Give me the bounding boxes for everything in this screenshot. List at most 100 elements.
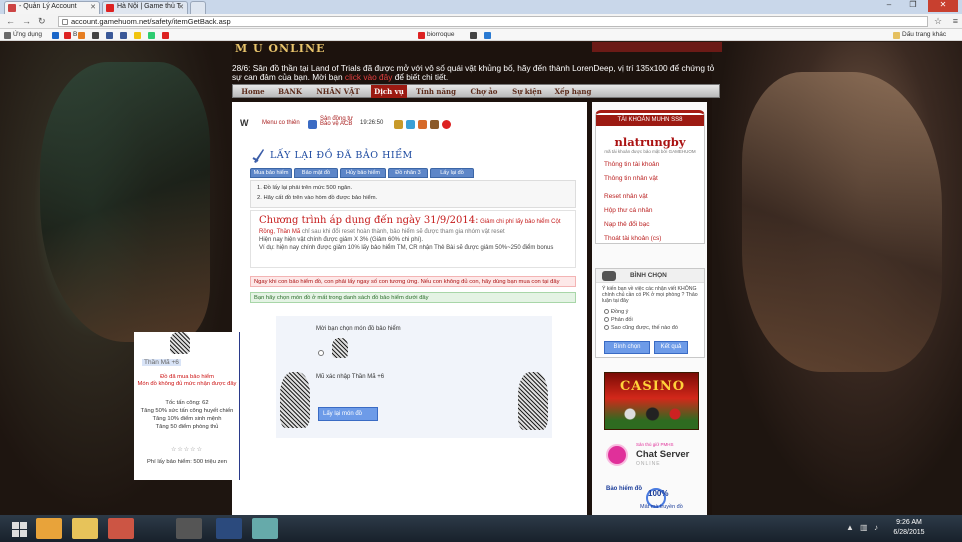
subtab[interactable]: Bảo mật đồ xyxy=(294,168,338,178)
taskbar-app-app-pencil-icon[interactable] xyxy=(252,518,278,539)
other-bookmarks[interactable]: Dấu trang khác xyxy=(893,30,946,40)
chat-server-banner[interactable]: Sản thủ giữ PMHS Chat Server ONLINE xyxy=(600,440,700,478)
reload-icon[interactable]: ↻ xyxy=(38,16,46,27)
account-header: TÀI KHOẢN MUHN SS8 xyxy=(596,115,704,126)
close-tab-icon[interactable]: ✕ xyxy=(90,3,96,11)
forward-icon[interactable]: → xyxy=(22,16,31,26)
bookmark-icon xyxy=(64,32,71,39)
bag-icon[interactable] xyxy=(394,120,403,129)
nav-item[interactable]: Chợ ảo xyxy=(465,85,503,98)
back-icon[interactable]: ← xyxy=(6,16,15,26)
minimize-icon[interactable]: – xyxy=(878,0,900,12)
bookmark-item[interactable]: biorroque xyxy=(418,30,454,40)
bookmark-item[interactable]: Ứng dụng xyxy=(4,30,42,40)
tooltip-stars: ☆☆☆☆☆ xyxy=(171,447,203,453)
nav-item[interactable]: NHÂN VẬT xyxy=(311,85,365,98)
taskbar-app-chrome-icon[interactable] xyxy=(36,518,62,539)
link-account-info[interactable]: Thông tin tài khoản xyxy=(604,161,659,168)
menu-label[interactable]: Menu co thiên xyxy=(262,120,300,126)
bookmark-icon xyxy=(52,32,59,39)
bookmark-icon xyxy=(134,32,141,39)
link-inbox[interactable]: Hộp thư cá nhân xyxy=(604,207,652,214)
poll-header: BÌNH CHỌN xyxy=(596,269,704,283)
vote-button[interactable]: Bình chọn xyxy=(604,341,650,354)
start-button[interactable] xyxy=(6,518,32,539)
link-topup[interactable]: Nạp thẻ đổi bạc xyxy=(604,221,650,228)
item-thumb xyxy=(332,338,348,358)
taskbar-app-app-dark-icon[interactable] xyxy=(176,518,202,539)
item-radio[interactable] xyxy=(318,350,324,356)
bookmark-item[interactable] xyxy=(148,30,157,40)
bookmark-item[interactable] xyxy=(92,30,101,40)
taskbar: ▲ ▥ ♪ 9:26 AM 6/28/2015 xyxy=(0,515,962,542)
subtab[interactable]: Lấy lại đồ xyxy=(430,168,474,178)
bookmark-icon xyxy=(148,32,155,39)
warning-banner: Ngay khi con bảo hiểm đồ, con phải lấy n… xyxy=(250,276,576,287)
help-icon[interactable] xyxy=(442,120,451,129)
nav-item[interactable]: Home xyxy=(237,85,269,98)
bookmark-item[interactable] xyxy=(134,30,143,40)
poll-option-agree[interactable]: Đồng ý xyxy=(604,309,628,315)
link-logout[interactable]: Thoát tài khoản (cs) xyxy=(604,235,661,242)
cart-icon[interactable] xyxy=(418,120,427,129)
register-label[interactable]: Sản đồng tự Bảo vệ ACB xyxy=(320,116,354,127)
casino-banner[interactable]: CASINO xyxy=(604,372,699,430)
chat-icon[interactable] xyxy=(406,120,415,129)
maximize-icon[interactable]: ❐ xyxy=(902,0,924,12)
window-close-button[interactable]: ✕ xyxy=(928,0,958,12)
tooltip-stat: Tăng 50% sức tấn công huyết chiến xyxy=(140,408,234,414)
new-tab-button[interactable] xyxy=(190,1,206,14)
chat-bubble-icon xyxy=(606,444,628,466)
tray-arrow-icon[interactable]: ▲ xyxy=(846,523,854,532)
menu-icon[interactable]: ≡ xyxy=(953,16,958,26)
poll-option-neutral[interactable]: Sao cũng được, thế nào đó xyxy=(604,325,678,331)
bookmark-item[interactable] xyxy=(52,30,61,40)
news-link[interactable]: click vào đây xyxy=(345,72,393,82)
bookmark-item[interactable] xyxy=(106,30,115,40)
note-2: 2. Hãy cất đồ trên vào hòm đồ được bảo h… xyxy=(257,195,378,201)
bookmark-item[interactable] xyxy=(470,30,479,40)
page-info-icon[interactable] xyxy=(62,19,68,25)
poll-option-disagree[interactable]: Phản đối xyxy=(604,317,633,323)
clock-text: 19:26:50 xyxy=(360,120,384,126)
account-box: TÀI KHOẢN MUHN SS8 nlatrungby mã tài kho… xyxy=(595,110,705,244)
bookmark-item[interactable] xyxy=(78,30,87,40)
volume-icon[interactable]: ♪ xyxy=(874,523,878,532)
link-character-info[interactable]: Thông tin nhân vật xyxy=(604,175,658,182)
taskbar-app-explorer-icon[interactable] xyxy=(72,518,98,539)
link-reset-character[interactable]: Reset nhân vật xyxy=(604,193,648,200)
shield-icon[interactable] xyxy=(308,120,317,129)
site-favicon-icon xyxy=(106,4,114,12)
nav-item[interactable]: Tính năng xyxy=(413,85,459,98)
nav-item[interactable]: Xếp hạng xyxy=(551,85,595,98)
bookmark-item[interactable] xyxy=(120,30,129,40)
insurance-banner[interactable]: Bảo hiểm đồ 100% Mất mà truyền đồ xyxy=(600,484,700,514)
taskbar-app-photoshop-icon[interactable] xyxy=(216,518,242,539)
tooltip-stat: Tốc tấn công: 62 xyxy=(165,400,209,406)
close-tab-icon[interactable]: ✕ xyxy=(178,3,184,11)
subtab[interactable]: Mua bảo hiểm xyxy=(250,168,292,178)
tools-icon[interactable] xyxy=(430,120,439,129)
bookmark-item[interactable] xyxy=(484,30,493,40)
bookmark-icon xyxy=(4,32,11,39)
poll-box: BÌNH CHỌN Ý kiến bạn về việc các nhận vi… xyxy=(595,268,705,358)
network-icon[interactable]: ▥ xyxy=(860,523,868,532)
nav-item[interactable]: Sự kiện xyxy=(507,85,547,98)
bookmark-icon xyxy=(484,32,491,39)
clock[interactable]: 9:26 AM 6/28/2015 xyxy=(884,518,934,538)
star-icon[interactable]: ☆ xyxy=(934,16,942,27)
bookmark-item[interactable] xyxy=(162,30,171,40)
url-field[interactable]: account.gamehuom.net/safety/itemGetBack.… xyxy=(58,16,928,27)
taskbar-app-app-red-icon[interactable] xyxy=(108,518,134,539)
bookmarks-bar: Ứng dụng Bbiorroque Dấu trang khác xyxy=(0,29,962,41)
subtab[interactable]: Hủy bảo hiểm xyxy=(340,168,386,178)
bookmark-item[interactable]: B xyxy=(64,30,77,40)
nav-item[interactable]: BANK xyxy=(273,85,307,98)
nav-item[interactable]: Dịch vụ xyxy=(371,85,407,98)
tab-hanoi[interactable]: Hà Nội | Game thủ T ✕ xyxy=(102,1,188,14)
result-button[interactable]: Kết quả xyxy=(654,341,688,354)
tab-account[interactable]: - Quản Lý Account ✕ xyxy=(4,1,100,14)
subtab[interactable]: Đồ nhân 3 xyxy=(388,168,428,178)
tab-strip: - Quản Lý Account ✕ Hà Nội | Game thủ T … xyxy=(0,0,962,14)
get-item-button[interactable]: Lấy lại món đồ xyxy=(318,407,378,421)
